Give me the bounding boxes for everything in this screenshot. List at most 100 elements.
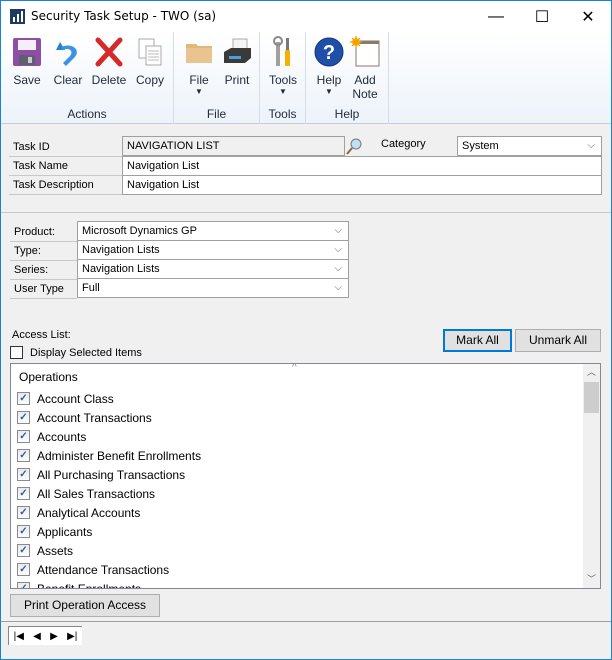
- minimize-icon: —: [488, 7, 504, 25]
- type-dropdown[interactable]: Navigation Lists ⌵: [77, 240, 349, 260]
- checkbox-checked-icon[interactable]: ✓: [17, 411, 30, 424]
- operation-list-item[interactable]: ✓ Accounts: [17, 427, 86, 446]
- maximize-button[interactable]: ☐: [519, 1, 565, 32]
- operation-label: Analytical Accounts: [37, 505, 141, 520]
- user-type-dropdown[interactable]: Full ⌵: [77, 278, 349, 298]
- unmark-all-label: Unmark All: [528, 333, 587, 347]
- chevron-down-icon: ⌵: [334, 225, 342, 236]
- ribbon-toolbar: Save Clear Delete Copy Actions File ▼ Pr…: [1, 32, 611, 124]
- operation-list-item[interactable]: ✓ Account Transactions: [17, 408, 152, 427]
- tools-button[interactable]: Tools ▼: [263, 36, 303, 104]
- operations-list[interactable]: ^ Operations ✓ Account Class ✓ Account Tran…: [10, 363, 601, 589]
- task-id-label: Task ID: [9, 137, 122, 157]
- checkbox-checked-icon[interactable]: ✓: [17, 563, 30, 576]
- category-dropdown[interactable]: System ⌵: [457, 136, 602, 156]
- scroll-thumb[interactable]: [584, 382, 599, 413]
- ribbon-group-label: Actions: [67, 107, 107, 121]
- copy-icon: [134, 36, 166, 68]
- close-button[interactable]: ✕: [565, 1, 611, 32]
- tools-icon: [267, 36, 299, 68]
- lookup-magnifier-icon: [346, 138, 362, 155]
- operation-label: All Sales Transactions: [37, 486, 156, 501]
- series-dropdown[interactable]: Navigation Lists ⌵: [77, 259, 349, 279]
- close-icon: ✕: [581, 8, 595, 26]
- ribbon-group-label: Help: [334, 107, 360, 121]
- chevron-down-icon: ▼: [325, 87, 333, 96]
- print-button[interactable]: Print: [217, 36, 257, 104]
- type-label: Type:: [10, 241, 77, 261]
- save-button[interactable]: Save: [7, 36, 47, 104]
- previous-record-icon[interactable]: ◀: [33, 631, 41, 642]
- add-note-label-line2: Note: [352, 87, 378, 101]
- scroll-down-icon[interactable]: ﹀: [583, 571, 600, 588]
- mark-all-button[interactable]: Mark All: [443, 329, 512, 352]
- operation-list-item[interactable]: ✓ Benefit Enrollments: [17, 579, 142, 589]
- operation-list-item[interactable]: ✓ Assets: [17, 541, 73, 560]
- ribbon-group-label: Tools: [268, 107, 297, 121]
- task-id-field[interactable]: NAVIGATION LIST: [122, 136, 345, 156]
- operation-list-item[interactable]: ✓ Applicants: [17, 522, 92, 541]
- file-button[interactable]: File ▼: [179, 36, 219, 104]
- task-description-field[interactable]: Navigation List: [122, 175, 602, 195]
- checkbox-box: [10, 346, 23, 359]
- app-icon: [10, 9, 25, 24]
- operation-list-item[interactable]: ✓ All Purchasing Transactions: [17, 465, 185, 484]
- printer-icon: [221, 36, 253, 68]
- lookup-button[interactable]: [345, 136, 363, 156]
- first-record-icon[interactable]: |◀: [14, 631, 24, 642]
- checkbox-checked-icon[interactable]: ✓: [17, 468, 30, 481]
- checkbox-checked-icon[interactable]: ✓: [17, 430, 30, 443]
- scroll-up-icon[interactable]: ︿: [583, 364, 600, 381]
- sort-ascending-icon[interactable]: ^: [292, 364, 297, 373]
- help-button[interactable]: ? Help ▼: [309, 36, 349, 104]
- ribbon-group-tools: Tools ▼ Tools: [260, 32, 306, 124]
- checkbox-checked-icon[interactable]: ✓: [17, 506, 30, 519]
- clear-button[interactable]: Clear: [48, 36, 88, 104]
- user-type-value: Full: [82, 282, 100, 294]
- category-value: System: [462, 140, 499, 152]
- chevron-down-icon: ⌵: [334, 263, 342, 274]
- checkbox-checked-icon[interactable]: ✓: [17, 525, 30, 538]
- security-task-setup-window: Security Task Setup - TWO (sa) — ☐ ✕ Sav…: [0, 0, 612, 660]
- help-icon: ?: [313, 36, 345, 68]
- unmark-all-button[interactable]: Unmark All: [515, 329, 601, 352]
- operation-list-item[interactable]: ✓ Attendance Transactions: [17, 560, 169, 579]
- checkbox-checked-icon[interactable]: ✓: [17, 487, 30, 500]
- type-value: Navigation Lists: [82, 244, 160, 256]
- print-operation-access-label: Print Operation Access: [23, 598, 147, 612]
- checkbox-checked-icon[interactable]: ✓: [17, 544, 30, 557]
- checkbox-checked-icon[interactable]: ✓: [17, 449, 30, 462]
- operation-label: Account Class: [37, 391, 114, 406]
- delete-icon: [93, 36, 125, 68]
- operation-label: Account Transactions: [37, 410, 152, 425]
- operation-list-item[interactable]: ✓ Analytical Accounts: [17, 503, 140, 522]
- minimize-button[interactable]: —: [473, 1, 519, 32]
- operation-label: Accounts: [37, 429, 87, 444]
- undo-icon: [52, 36, 84, 68]
- operation-list-item[interactable]: ✓ All Sales Transactions: [17, 484, 155, 503]
- copy-button[interactable]: Copy: [130, 36, 170, 104]
- chevron-down-icon: ⌵: [587, 140, 595, 151]
- display-selected-items-checkbox[interactable]: Display Selected Items: [10, 346, 142, 359]
- print-operation-access-button[interactable]: Print Operation Access: [10, 594, 160, 617]
- operation-list-item[interactable]: ✓ Account Class: [17, 389, 114, 408]
- operations-column-header[interactable]: Operations: [19, 370, 78, 384]
- last-record-icon[interactable]: ▶|: [67, 631, 77, 642]
- ribbon-group-file: File ▼ Print File: [174, 32, 260, 124]
- product-dropdown[interactable]: Microsoft Dynamics GP ⌵: [77, 221, 349, 241]
- vertical-scrollbar[interactable]: ︿ ﹀: [583, 364, 600, 588]
- task-name-field[interactable]: Navigation List: [122, 156, 602, 176]
- operation-list-item[interactable]: ✓ Administer Benefit Enrollments: [17, 446, 201, 465]
- checkbox-checked-icon[interactable]: ✓: [17, 392, 30, 405]
- add-note-button[interactable]: Add Note: [345, 36, 385, 104]
- product-value: Microsoft Dynamics GP: [82, 225, 197, 237]
- delete-button[interactable]: Delete: [89, 36, 129, 104]
- folder-icon: [183, 36, 215, 68]
- operation-label: Benefit Enrollments: [37, 581, 142, 589]
- checkbox-checked-icon[interactable]: ✓: [17, 582, 30, 588]
- window-title: Security Task Setup - TWO (sa): [31, 9, 217, 23]
- save-icon: [11, 36, 43, 68]
- next-record-icon[interactable]: ▶: [50, 631, 58, 642]
- operation-label: Applicants: [37, 524, 93, 539]
- operation-label: All Purchasing Transactions: [37, 467, 186, 482]
